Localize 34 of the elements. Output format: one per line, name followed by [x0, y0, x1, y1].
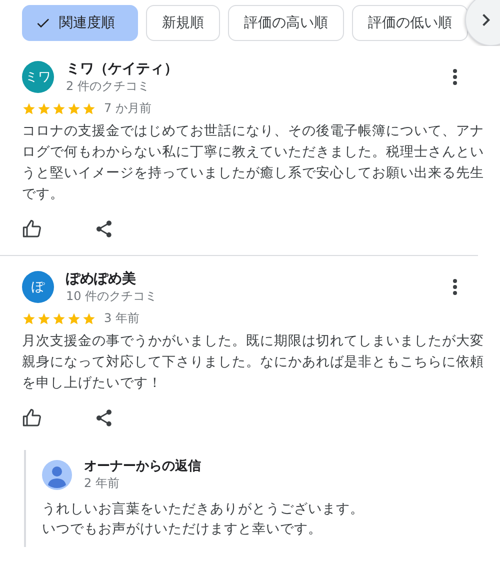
review-count: 10 件のクチコミ [66, 288, 158, 304]
more-options-icon[interactable] [452, 278, 458, 296]
more-options-icon[interactable] [452, 68, 458, 86]
share-icon[interactable] [94, 219, 114, 239]
reply-text: いつでもお声がけいただけますと幸いです。 [42, 520, 322, 539]
reviewer-name[interactable]: ぽめぽめ美 [66, 270, 136, 288]
star-icon [82, 102, 96, 116]
review-count: 2 件のクチコミ [66, 78, 150, 94]
star-icon [52, 312, 66, 326]
reviewer-name[interactable]: ミワ（ケイティ） [66, 60, 178, 78]
review-text: コロナの支援金ではじめてお世話になり、その後電子帳簿について、アナログで何もわからない私に丁寧に教えていただきました。税理士さんというと堅いイメージを持っていましたが癒し系で安心してお願い出来る先生です。 [22, 122, 484, 204]
reply-title: オーナーからの返信 [84, 458, 201, 475]
thumbs-up-icon[interactable] [22, 408, 42, 428]
share-icon[interactable] [94, 408, 114, 428]
owner-avatar-icon [42, 460, 72, 490]
review-time: 3 年前 [104, 310, 140, 327]
review-text: 月次支援金の事でうかがいました。既に期限は切れてしまいましたが大変親身になって対応して下さりました。なにかあれば是非ともこちらに依頼を申し上げたいです！ [22, 332, 484, 393]
user-avatar[interactable]: ぽ [22, 271, 54, 303]
star-icon [22, 102, 36, 116]
reply-time: 2 年前 [84, 475, 120, 491]
star-icon [52, 102, 66, 116]
sort-chip[interactable]: 関連度順 [22, 5, 138, 41]
star-icon [82, 312, 96, 326]
star-icon [67, 312, 81, 326]
star-icon [37, 312, 51, 326]
reply-text: うれしいお言葉をいただきありがとうございます。 [42, 500, 364, 519]
thumbs-up-icon[interactable] [22, 219, 42, 239]
sort-chip[interactable]: 新規順 [146, 5, 220, 41]
star-icon [22, 312, 36, 326]
sort-chip[interactable]: 評価の低い順 [352, 5, 468, 41]
star-icon [67, 102, 81, 116]
star-icon [37, 102, 51, 116]
sort-chip[interactable]: 評価の高い順 [228, 5, 344, 41]
review-time: 7 か月前 [104, 100, 152, 117]
